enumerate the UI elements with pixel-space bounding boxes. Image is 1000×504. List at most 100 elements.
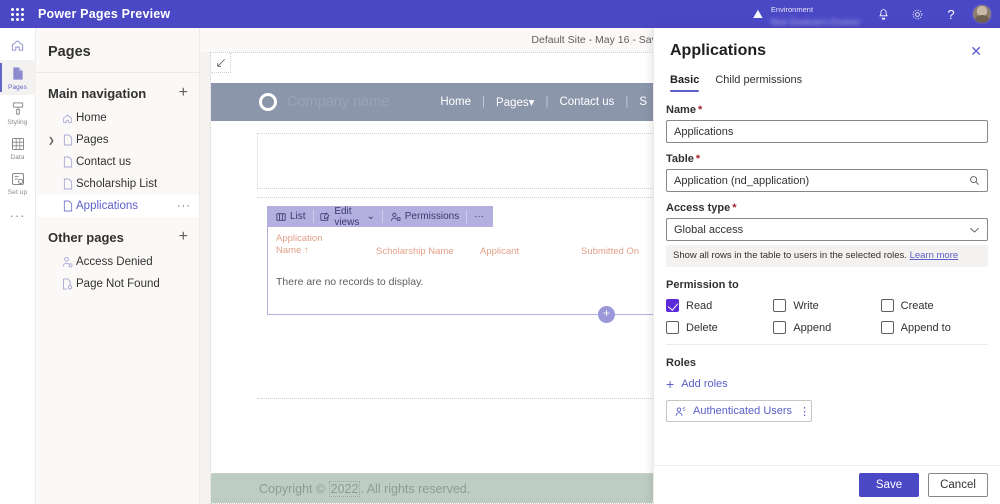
checkbox-append-to-label: Append to [901, 322, 951, 334]
home-icon [10, 37, 25, 54]
sidebar-item-access-denied[interactable]: Access Denied [36, 251, 199, 273]
rail-label-styling: Styling [7, 119, 27, 126]
table-field-label: Table* [666, 153, 988, 165]
resize-handle-icon[interactable] [211, 53, 231, 73]
tab-basic[interactable]: Basic [670, 74, 699, 92]
checkbox-read[interactable]: Read [666, 299, 773, 312]
add-other-page-button[interactable]: + [176, 229, 191, 245]
column-header-application-name[interactable]: Application Name ↑ [276, 233, 376, 258]
list-button[interactable]: List [269, 206, 313, 227]
add-main-navigation-page-button[interactable]: + [176, 85, 191, 101]
sidebar-item-label: Home [76, 112, 107, 124]
sidebar-item-contact-us[interactable]: Contact us [36, 151, 199, 173]
avatar[interactable] [972, 4, 992, 24]
sort-ascending-icon: ↑ [304, 245, 309, 256]
checkbox-read-label: Read [686, 300, 712, 312]
list-overflow-icon[interactable]: ··· [467, 206, 491, 227]
checkbox-append-to[interactable]: Append to [881, 321, 988, 334]
required-asterisk: * [696, 153, 700, 165]
site-nav-link-contact-us[interactable]: Contact us [548, 96, 625, 108]
rail-item-setup[interactable]: Set up [0, 165, 36, 200]
checkbox-write[interactable]: Write [773, 299, 880, 312]
chevron-down-icon: ⌄ [367, 211, 375, 222]
save-button[interactable]: Save [859, 473, 919, 497]
name-field-label: Name* [666, 104, 988, 116]
close-icon[interactable]: ✕ [962, 42, 984, 62]
role-chip-label: Authenticated Users [693, 405, 792, 417]
role-chip-overflow-icon[interactable]: ⋮ [799, 405, 810, 418]
permissions-panel: Applications ✕ Basic Child permissions N… [653, 28, 1000, 504]
site-nav-link-home[interactable]: Home [429, 96, 482, 108]
table-icon [11, 135, 25, 152]
name-input[interactable]: Applications [666, 120, 988, 143]
checkbox-create[interactable]: Create [881, 299, 988, 312]
role-chip-authenticated-users[interactable]: Authenticated Users ⋮ [666, 400, 812, 422]
column-header-applicant[interactable]: Applicant [480, 233, 581, 258]
sidebar-item-home[interactable]: Home [36, 107, 199, 129]
edit-views-button[interactable]: Edit views ⌄ [313, 206, 382, 227]
checkbox-write-label: Write [793, 300, 818, 312]
checkbox-read-box [666, 299, 679, 312]
chevron-right-icon[interactable]: ❯ [48, 136, 59, 145]
rail-item-styling[interactable]: Styling [0, 95, 36, 130]
search-icon[interactable] [969, 175, 980, 186]
role-person-icon [675, 406, 686, 417]
checkbox-write-box [773, 299, 786, 312]
required-asterisk: * [698, 104, 702, 116]
other-pages-title: Other pages [48, 230, 124, 245]
footer-prefix: Copyright © [259, 482, 329, 496]
sidebar-item-pages[interactable]: ❯ Pages [36, 129, 199, 151]
page-settings-icon [59, 278, 76, 290]
chevron-down-icon[interactable] [969, 226, 980, 234]
rail-overflow-icon[interactable]: ··· [10, 200, 26, 223]
waffle-icon[interactable] [0, 0, 34, 28]
add-component-button[interactable]: + [598, 306, 615, 323]
rail-label-setup: Set up [8, 189, 27, 196]
list-component-toolbar: List Edit views ⌄ [267, 206, 493, 227]
environment-name: Nick Doelman's Environ [771, 18, 860, 27]
checkbox-delete[interactable]: Delete [666, 321, 773, 334]
app-header-actions: ⛰ Environment Nick Doelman's Environ ? [745, 0, 1000, 28]
page-icon [11, 65, 25, 82]
footer-year[interactable]: 2022 [329, 481, 361, 497]
question-mark-icon[interactable]: ? [934, 0, 968, 28]
panel-footer: Save Cancel [654, 465, 1000, 504]
sidebar-item-label: Applications [76, 200, 138, 212]
sidebar-item-overflow-icon[interactable]: ··· [177, 200, 191, 212]
sidebar-item-label: Scholarship List [76, 178, 157, 190]
rail-label-data: Data [10, 154, 24, 161]
sidebar-item-label: Page Not Found [76, 278, 160, 290]
permissions-button[interactable]: Permissions [383, 206, 466, 227]
access-type-select[interactable]: Global access [666, 218, 988, 241]
left-rail: Pages Styling Data Set up ··· [0, 28, 36, 504]
column-header-scholarship-name[interactable]: Scholarship Name [376, 233, 480, 258]
rail-label-pages: Pages [8, 84, 27, 91]
rail-item-data[interactable]: Data [0, 130, 36, 165]
site-nav-link-pages[interactable]: Pages▾ [485, 95, 545, 109]
environment-selector[interactable]: ⛰ Environment Nick Doelman's Environ [745, 0, 866, 28]
panel-title: Applications [670, 42, 766, 60]
permission-checkbox-grid: Read Write Create Delete Append Append t… [666, 299, 988, 334]
tab-child-permissions[interactable]: Child permissions [715, 74, 802, 92]
environment-icon: ⛰ [745, 7, 771, 22]
rail-item-home[interactable] [0, 32, 36, 60]
table-input[interactable]: Application (nd_application) [666, 169, 988, 192]
sidebar-item-applications[interactable]: Applications ··· [36, 195, 199, 217]
panel-tabs: Basic Child permissions [654, 62, 1000, 92]
rail-item-pages[interactable]: Pages [0, 60, 36, 95]
add-roles-button[interactable]: + Add roles [666, 377, 988, 391]
footer-suffix: . All rights reserved. [360, 482, 470, 496]
sidebar-item-scholarship-list[interactable]: Scholarship List [36, 173, 199, 195]
checkbox-append[interactable]: Append [773, 321, 880, 334]
sidebar-item-label: Contact us [76, 156, 131, 168]
sidebar-item-page-not-found[interactable]: Page Not Found [36, 273, 199, 295]
gear-icon[interactable] [900, 0, 934, 28]
permissions-label: Permissions [405, 211, 459, 222]
checkbox-create-box [881, 299, 894, 312]
home-outline-icon [59, 113, 76, 124]
learn-more-link[interactable]: Learn more [910, 250, 959, 261]
setup-gear-icon [11, 170, 25, 187]
bell-icon[interactable] [866, 0, 900, 28]
cancel-button[interactable]: Cancel [928, 473, 988, 497]
company-name: Company name [287, 94, 389, 110]
